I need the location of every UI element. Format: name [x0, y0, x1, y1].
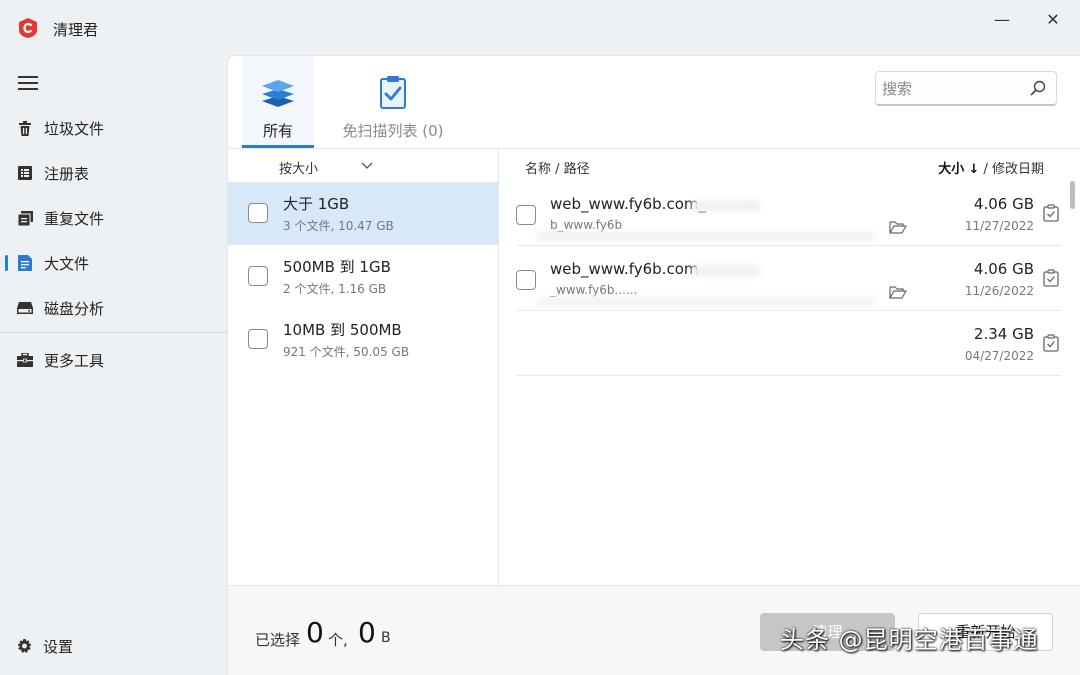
duplicate-icon — [17, 210, 33, 226]
title-bar: 清理君 — ✕ — [0, 0, 1080, 56]
sidebar: 垃圾文件 注册表 重复文件 大文件 磁盘分析 更多工具 — [0, 56, 227, 675]
main-panel: 所有 免扫描列表 (0) 按大小 — [227, 55, 1080, 675]
add-to-exclude-icon[interactable] — [1043, 269, 1059, 287]
file-name: web_www.fy6b.com — [550, 260, 699, 278]
selected-size: 0 — [358, 616, 376, 649]
selected-count-unit: 个, — [328, 631, 348, 649]
file-size: 2.34 GB — [973, 325, 1034, 343]
sidebar-item-registry[interactable]: 注册表 — [0, 155, 227, 191]
sidebar-item-disk-analysis[interactable]: 磁盘分析 — [0, 290, 227, 326]
selected-label: 已选择 — [255, 631, 301, 649]
sort-label: 按大小 — [279, 162, 319, 177]
column-size-date[interactable]: 大小 ↓ / 修改日期 — [938, 158, 1044, 177]
category-checkbox[interactable] — [248, 203, 268, 223]
active-indicator — [5, 255, 8, 271]
file-path: _www.fy6b...... — [550, 283, 638, 297]
sidebar-item-label: 垃圾文件 — [44, 119, 105, 138]
column-name-path[interactable]: 名称 / 路径 — [525, 158, 590, 177]
category-item[interactable]: 大于 1GB 3 个文件, 10.47 GB — [228, 182, 498, 245]
file-path: b_www.fy6b — [550, 218, 623, 232]
file-row[interactable]: web_www.fy6b.com _www.fy6b...... 4.06 GB… — [516, 247, 1061, 311]
sidebar-item-label: 磁盘分析 — [44, 299, 105, 318]
category-checkbox[interactable] — [248, 266, 268, 286]
tab-label: 免扫描列表 (0) — [342, 122, 444, 140]
file-date: 11/27/2022 — [964, 219, 1034, 233]
tab-label: 所有 — [262, 122, 293, 140]
scrollbar-thumb[interactable] — [1070, 181, 1075, 209]
registry-icon — [17, 165, 33, 181]
sort-size-label: 大小 — [938, 162, 965, 177]
file-date: 04/27/2022 — [964, 349, 1034, 363]
redacted-region — [536, 232, 876, 242]
redacted-region — [691, 265, 761, 277]
app-title: 清理君 — [53, 21, 99, 39]
search-icon[interactable] — [1030, 80, 1046, 96]
file-list-header: 名称 / 路径 大小 ↓ / 修改日期 — [499, 149, 1080, 182]
trash-icon — [17, 120, 33, 136]
app-logo-icon — [19, 18, 37, 38]
open-folder-icon[interactable] — [889, 285, 907, 299]
file-checkbox[interactable] — [516, 205, 536, 225]
sort-dropdown[interactable]: 按大小 — [228, 149, 498, 182]
sidebar-item-junk-files[interactable]: 垃圾文件 — [0, 110, 227, 146]
selected-size-unit: B — [381, 630, 391, 646]
category-item[interactable]: 10MB 到 500MB 921 个文件, 50.05 GB — [228, 308, 498, 371]
sidebar-item-more-tools[interactable]: 更多工具 — [0, 342, 227, 378]
search-box[interactable] — [875, 71, 1057, 106]
selected-count: 0 — [306, 616, 324, 649]
redacted-region — [536, 297, 876, 307]
category-summary: 2 个文件, 1.16 GB — [283, 282, 387, 296]
gear-icon — [17, 639, 32, 653]
sidebar-item-label: 大文件 — [44, 254, 90, 273]
file-row[interactable]: web_www.fy6b.com_ b_www.fy6b 4.06 GB 11/… — [516, 182, 1061, 246]
file-date: 11/26/2022 — [964, 284, 1034, 298]
category-summary: 921 个文件, 50.05 GB — [283, 345, 410, 359]
large-file-icon — [17, 255, 33, 271]
file-size: 4.06 GB — [973, 260, 1034, 278]
sidebar-item-label: 重复文件 — [44, 209, 105, 228]
category-panel: 按大小 大于 1GB 3 个文件, 10.47 GB 500MB 到 1GB 2… — [228, 148, 499, 585]
sort-arrow-icon: ↓ — [968, 162, 980, 177]
sidebar-item-label: 更多工具 — [44, 351, 105, 370]
category-item[interactable]: 500MB 到 1GB 2 个文件, 1.16 GB — [228, 245, 498, 308]
tab-exclude-list[interactable]: 免扫描列表 (0) — [328, 56, 458, 148]
minimize-button[interactable]: — — [987, 10, 1017, 30]
search-input[interactable] — [882, 78, 1022, 100]
layers-icon — [262, 80, 294, 107]
sort-date-label: / 修改日期 — [983, 162, 1044, 177]
tab-all[interactable]: 所有 — [242, 56, 314, 148]
sidebar-item-duplicate-files[interactable]: 重复文件 — [0, 200, 227, 236]
add-to-exclude-icon[interactable] — [1043, 204, 1059, 222]
menu-icon[interactable] — [18, 76, 38, 90]
category-title: 大于 1GB — [283, 195, 350, 213]
sidebar-item-large-files[interactable]: 大文件 — [0, 245, 227, 281]
add-to-exclude-icon[interactable] — [1043, 334, 1059, 352]
file-size: 4.06 GB — [973, 195, 1034, 213]
file-row[interactable]: 2.34 GB 04/27/2022 — [516, 312, 1061, 376]
close-button[interactable]: ✕ — [1038, 10, 1068, 30]
watermark-text: 头条 @昆明空港百事通 — [780, 626, 1039, 654]
category-checkbox[interactable] — [248, 329, 268, 349]
settings-button[interactable]: 设置 — [17, 636, 73, 657]
open-folder-icon[interactable] — [889, 220, 907, 234]
tab-bar: 所有 免扫描列表 (0) — [228, 56, 1080, 148]
settings-label: 设置 — [43, 638, 74, 656]
category-title: 10MB 到 500MB — [283, 321, 402, 339]
sidebar-divider — [0, 332, 227, 333]
category-title: 500MB 到 1GB — [283, 258, 391, 276]
disk-icon — [17, 300, 33, 316]
toolbox-icon — [17, 352, 33, 368]
redacted-region — [691, 200, 761, 212]
sidebar-item-label: 注册表 — [44, 164, 90, 183]
file-name: web_www.fy6b.com_ — [550, 195, 706, 213]
clipboard-check-icon — [380, 76, 406, 109]
file-list-panel: 名称 / 路径 大小 ↓ / 修改日期 web_www.fy6b.com_ b_… — [499, 148, 1080, 585]
file-checkbox[interactable] — [516, 270, 536, 290]
chevron-down-icon — [361, 162, 373, 169]
category-summary: 3 个文件, 10.47 GB — [283, 219, 394, 233]
